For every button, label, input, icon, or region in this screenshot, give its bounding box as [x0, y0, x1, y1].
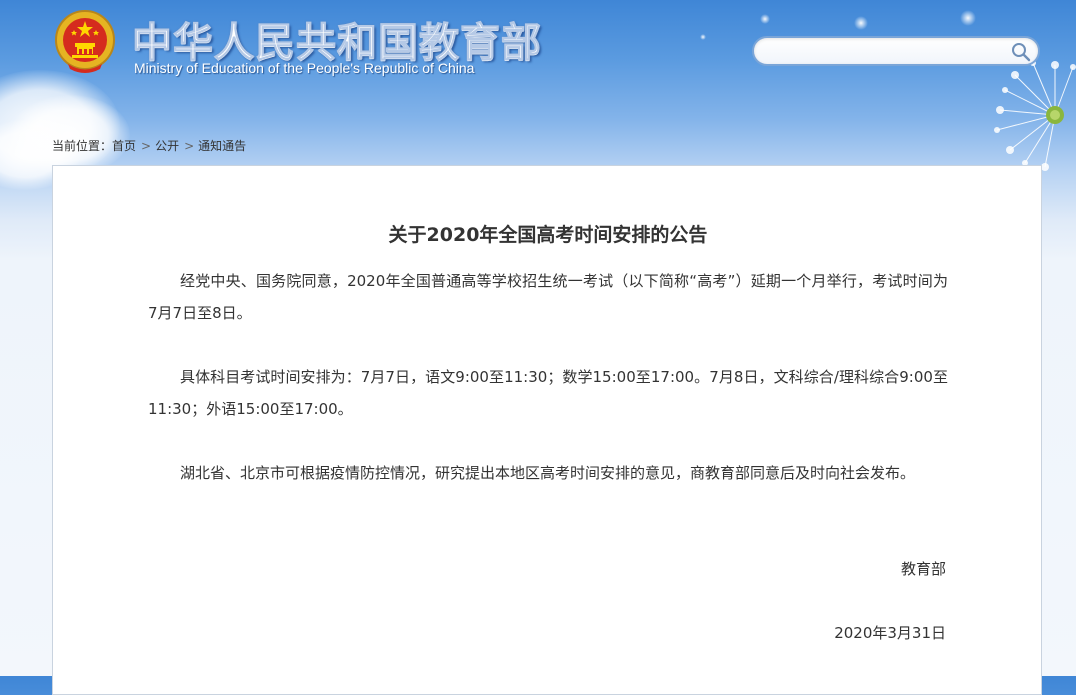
search-box[interactable]: [752, 36, 1040, 66]
article-panel: 关于2020年全国高考时间安排的公告 经党中央、国务院同意，2020年全国普通高…: [52, 165, 1042, 695]
article-date: 2020年3月31日: [834, 624, 946, 642]
breadcrumb: 当前位置： 首页 > 公开 > 通知通告: [52, 137, 246, 154]
chevron-right-icon: >: [141, 138, 152, 153]
article-signature: 教育部: [900, 560, 946, 578]
site-title-en: Ministry of Education of the People's Re…: [134, 60, 475, 76]
sparkle-decoration: [960, 10, 976, 26]
article-paragraph: 具体科目考试时间安排为：7月7日，语文9:00至11:30；数学15:00至17…: [148, 368, 948, 418]
sparkle-decoration: [700, 34, 706, 40]
search-input[interactable]: [766, 41, 1010, 63]
sparkle-decoration: [760, 14, 770, 24]
breadcrumb-label: 当前位置：: [52, 139, 113, 153]
national-emblem-icon[interactable]: [54, 9, 116, 75]
breadcrumb-home-link[interactable]: 首页: [112, 137, 136, 154]
article-paragraph: 湖北省、北京市可根据疫情防控情况，研究提出本地区高考时间安排的意见，商教育部同意…: [180, 464, 916, 482]
article-title: 关于2020年全国高考时间安排的公告: [388, 224, 708, 246]
breadcrumb-notices-link[interactable]: 通知通告: [198, 137, 246, 154]
article-paragraph: 经党中央、国务院同意，2020年全国普通高等学校招生统一考试（以下简称“高考”）…: [148, 272, 948, 322]
sparkle-decoration: [854, 16, 868, 30]
dandelion-decoration: [994, 60, 1076, 171]
breadcrumb-public-link[interactable]: 公开: [155, 137, 179, 154]
search-icon[interactable]: [1010, 41, 1032, 63]
chevron-right-icon: >: [184, 138, 195, 153]
